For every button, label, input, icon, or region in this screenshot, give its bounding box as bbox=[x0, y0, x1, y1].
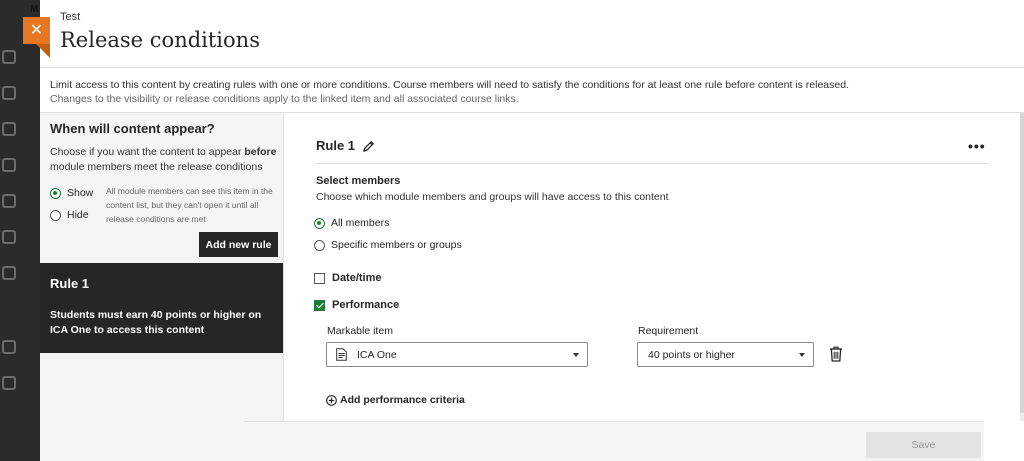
performance-label: Performance bbox=[332, 299, 400, 311]
chevron-down-icon bbox=[799, 353, 805, 357]
panel-footer: Save bbox=[244, 421, 984, 461]
visibility-column: When will content appear? Choose if you … bbox=[40, 113, 283, 461]
markable-item-label: Markable item bbox=[327, 325, 393, 337]
release-conditions-panel: Test Release conditions Limit access to … bbox=[40, 0, 1024, 461]
add-performance-criteria-button[interactable]: Add performance criteria bbox=[326, 394, 465, 406]
performance-checkbox[interactable] bbox=[314, 299, 325, 311]
rail-icon bbox=[2, 86, 16, 100]
show-label: Show bbox=[67, 187, 94, 199]
requirement-label: Requirement bbox=[638, 325, 699, 337]
intro-text: Limit access to this content by creating… bbox=[50, 78, 849, 106]
rail-icon bbox=[2, 230, 16, 244]
rule-title: Rule 1 bbox=[316, 138, 356, 153]
show-option[interactable]: Show bbox=[50, 187, 93, 199]
close-button[interactable]: ✕ bbox=[23, 17, 50, 44]
rule-card-1[interactable]: Rule 1 Students must earn 40 points or h… bbox=[40, 263, 283, 353]
requirement-select[interactable]: 40 points or higher bbox=[637, 342, 814, 367]
rail-icon bbox=[2, 266, 16, 280]
panel-header: Test Release conditions bbox=[40, 0, 1024, 68]
show-help-text: All module members can see this item in … bbox=[106, 186, 273, 224]
more-icon[interactable]: ••• bbox=[968, 139, 986, 153]
pencil-icon[interactable] bbox=[363, 140, 375, 152]
markable-item-select[interactable]: ICA One bbox=[326, 342, 588, 367]
rail-icon bbox=[2, 50, 16, 64]
document-icon bbox=[336, 348, 347, 361]
rail-icon bbox=[2, 158, 16, 172]
breadcrumb: Test bbox=[60, 11, 81, 23]
scrollbar-thumb[interactable] bbox=[1020, 113, 1024, 413]
page-title: Release conditions bbox=[60, 28, 260, 52]
hide-radio[interactable] bbox=[50, 209, 61, 221]
requirement-value: 40 points or higher bbox=[648, 348, 735, 361]
chevron-down-icon bbox=[573, 353, 579, 357]
datetime-label: Date/time bbox=[332, 272, 382, 284]
rail-icon bbox=[2, 376, 16, 390]
markable-item-value: ICA One bbox=[357, 348, 397, 361]
all-members-radio[interactable] bbox=[314, 217, 325, 229]
select-members-description: Choose which module members and groups w… bbox=[316, 191, 669, 203]
all-members-label: All members bbox=[331, 217, 390, 229]
intro-subline: Changes to the visibility or release con… bbox=[50, 93, 519, 105]
intro-line: Limit access to this content by creating… bbox=[50, 79, 849, 91]
rule-card-title: Rule 1 bbox=[50, 276, 90, 291]
rule-header: Rule 1 bbox=[316, 138, 375, 153]
app-rail-letter: M bbox=[30, 4, 39, 15]
all-members-option[interactable]: All members bbox=[314, 217, 389, 229]
rule-divider bbox=[316, 163, 988, 164]
plus-circle-icon bbox=[326, 394, 337, 406]
show-radio[interactable] bbox=[50, 187, 61, 199]
trash-icon[interactable] bbox=[829, 346, 843, 362]
specific-members-radio[interactable] bbox=[314, 239, 325, 251]
visibility-question: When will content appear? bbox=[50, 121, 215, 136]
rail-icon bbox=[2, 122, 16, 136]
performance-condition[interactable]: Performance bbox=[314, 299, 399, 311]
visibility-description: Choose if you want the content to appear… bbox=[50, 146, 277, 173]
rail-icon bbox=[2, 340, 16, 354]
add-performance-criteria-label: Add performance criteria bbox=[340, 394, 465, 406]
specific-members-option[interactable]: Specific members or groups bbox=[314, 239, 462, 251]
add-new-rule-button[interactable]: Add new rule bbox=[199, 232, 278, 257]
datetime-condition[interactable]: Date/time bbox=[314, 272, 382, 284]
rule-editor: Rule 1 ••• Select members Choose which m… bbox=[284, 113, 1024, 461]
app-background-rail: M bbox=[0, 0, 40, 461]
close-icon: ✕ bbox=[29, 22, 44, 39]
datetime-checkbox[interactable] bbox=[314, 272, 325, 284]
rule-card-description: Students must earn 40 points or higher o… bbox=[50, 309, 262, 336]
specific-members-label: Specific members or groups bbox=[331, 239, 462, 251]
scrollbar[interactable] bbox=[1020, 113, 1024, 421]
select-members-title: Select members bbox=[316, 175, 401, 187]
save-button[interactable]: Save bbox=[866, 432, 981, 458]
hide-label: Hide bbox=[67, 209, 89, 221]
hide-option[interactable]: Hide bbox=[50, 209, 89, 221]
rail-icon bbox=[2, 194, 16, 208]
